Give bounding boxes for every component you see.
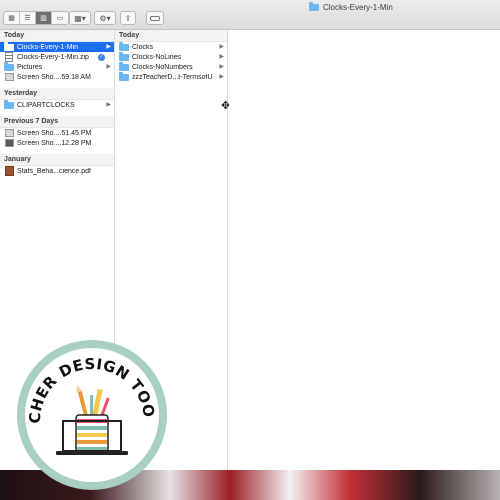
folder-icon bbox=[119, 71, 129, 81]
item-label: zzzTeacherD...t-TermsofUse bbox=[132, 73, 213, 81]
item-label: Clocks-NoLines bbox=[132, 53, 182, 61]
icon-view-icon[interactable]: ▦ bbox=[4, 12, 20, 24]
screenshot-file-icon bbox=[4, 129, 14, 137]
item-label: Clocks-NoNumbers bbox=[132, 63, 193, 71]
column-view-icon[interactable]: ▥ bbox=[36, 12, 52, 24]
chevron-right-icon: ▶ bbox=[106, 64, 111, 70]
zip-file-icon bbox=[5, 52, 13, 62]
list-item-terms-of-use[interactable]: zzzTeacherD...t-TermsofUse ▶ bbox=[115, 71, 227, 82]
tags-button[interactable] bbox=[146, 11, 164, 25]
teacher-design-toolkit-logo: TEACHER DESIGN TOOLKIT bbox=[16, 339, 167, 490]
group-by-icon: ▦▾ bbox=[74, 13, 86, 23]
list-item-clocks[interactable]: Clocks ▶ bbox=[115, 41, 227, 52]
folder-icon bbox=[4, 41, 14, 51]
list-item-screenshot[interactable]: Screen Sho....12.28 PM bbox=[0, 138, 114, 148]
tag-icon bbox=[150, 15, 160, 21]
list-item-clipartclocks[interactable]: CLIPARTCLOCKS ▶ bbox=[0, 99, 114, 110]
gear-icon: ⚙▾ bbox=[99, 13, 111, 23]
item-label: Stats_Beha...cience.pdf bbox=[17, 167, 91, 175]
list-item-screenshot[interactable]: Screen Sho....59.18 AM bbox=[0, 72, 114, 82]
item-label: Screen Sho....59.18 AM bbox=[17, 73, 91, 81]
chevron-right-icon: ▶ bbox=[106, 44, 111, 50]
section-header: Today bbox=[0, 30, 114, 42]
screenshot-dark-file-icon bbox=[4, 139, 14, 147]
section-header: January bbox=[0, 154, 114, 166]
share-icon: ⇪ bbox=[124, 13, 132, 23]
folder-icon bbox=[119, 61, 129, 71]
gallery-view-icon[interactable]: ▭ bbox=[52, 12, 68, 24]
item-label: Clocks-Every-1-Min.zip bbox=[17, 53, 89, 61]
group-by-button[interactable]: ▦▾ bbox=[69, 11, 91, 25]
list-item-screenshot[interactable]: Screen Sho....51.45 PM bbox=[0, 128, 114, 138]
chevron-right-icon: ▶ bbox=[219, 74, 224, 80]
item-label: Clocks bbox=[132, 43, 154, 51]
list-item-pictures[interactable]: Pictures ▶ bbox=[0, 61, 114, 72]
chevron-right-icon: ▶ bbox=[219, 44, 224, 50]
chevron-right-icon: ▶ bbox=[219, 54, 224, 60]
item-label: CLIPARTCLOCKS bbox=[17, 101, 75, 109]
window-title-text: Clocks-Every-1-Min bbox=[323, 2, 393, 12]
folder-icon bbox=[119, 51, 129, 61]
pdf-file-icon bbox=[4, 166, 14, 176]
chevron-right-icon: ▶ bbox=[106, 102, 111, 108]
list-item-pdf[interactable]: Stats_Beha...cience.pdf bbox=[0, 166, 114, 176]
folder-icon bbox=[4, 61, 14, 71]
item-label: Clocks-Every-1-Min bbox=[17, 43, 79, 51]
chevron-right-icon: ▶ bbox=[219, 64, 224, 70]
action-menu-button[interactable]: ⚙▾ bbox=[94, 11, 116, 25]
window-title: Clocks-Every-1-Min bbox=[309, 1, 393, 13]
section-header: Today bbox=[115, 30, 227, 42]
item-label: Pictures bbox=[17, 63, 43, 71]
view-mode-control: ▦ ☰ ▥ ▭ bbox=[3, 11, 69, 25]
list-item-clocks-nonumbers[interactable]: Clocks-NoNumbers ▶ bbox=[115, 61, 227, 72]
download-status-icon: ✓ bbox=[98, 53, 105, 61]
list-item-clocks-every-1-min[interactable]: Clocks-Every-1-Min ▶ bbox=[0, 41, 114, 52]
folder-icon bbox=[119, 41, 129, 51]
finder-toolbar: ▦ ☰ ▥ ▭ ▦▾ ⚙▾ ⇪ Clocks-Every-1-Min bbox=[0, 0, 500, 30]
preview-area bbox=[229, 30, 500, 470]
section-header: Previous 7 Days bbox=[0, 116, 114, 128]
screenshot-file-icon bbox=[4, 73, 14, 81]
share-button[interactable]: ⇪ bbox=[120, 11, 136, 25]
list-item-clocks-nolines[interactable]: Clocks-NoLines ▶ bbox=[115, 51, 227, 62]
item-label: Screen Sho....51.45 PM bbox=[17, 129, 92, 137]
folder-icon bbox=[309, 1, 319, 11]
list-view-icon[interactable]: ☰ bbox=[20, 12, 36, 24]
list-item-zip[interactable]: Clocks-Every-1-Min.zip ✓ bbox=[0, 52, 114, 62]
section-header: Yesterday bbox=[0, 88, 114, 100]
folder-icon bbox=[4, 99, 14, 109]
item-label: Screen Sho....12.28 PM bbox=[17, 139, 92, 147]
